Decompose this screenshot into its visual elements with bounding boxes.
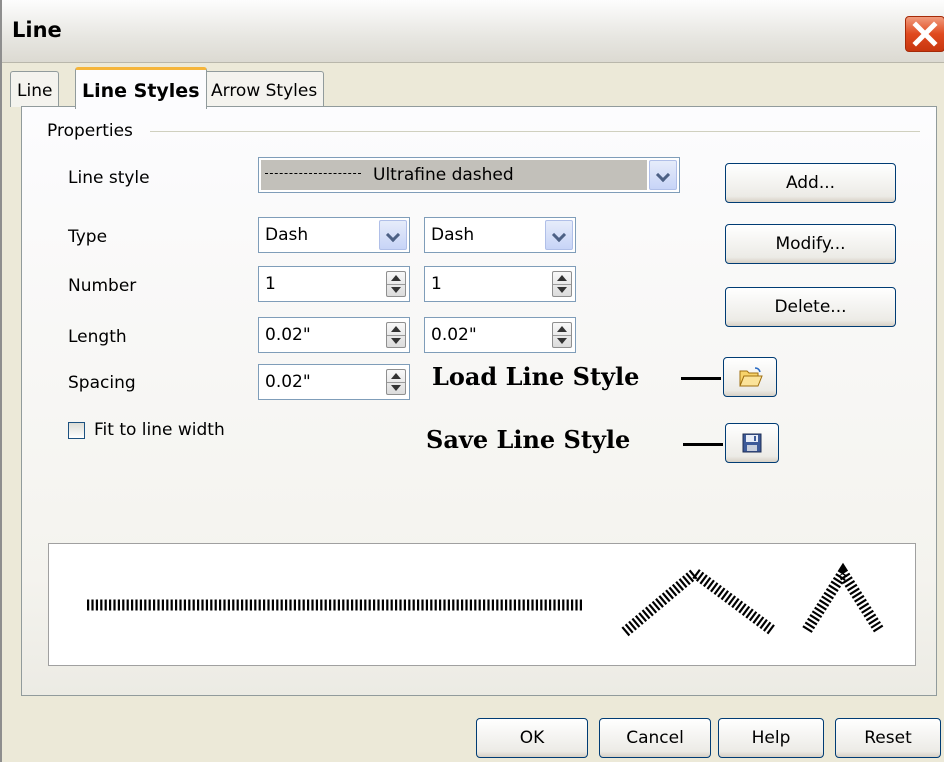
line-style-select[interactable]: Ultrafine dashed	[258, 157, 680, 193]
load-line-style-annotation: Load Line Style	[432, 362, 640, 391]
title-bar[interactable]: Line	[2, 0, 944, 63]
modify-button[interactable]: Modify...	[725, 224, 896, 264]
save-line-style-annotation: Save Line Style	[426, 425, 631, 454]
line-style-label: Line style	[68, 168, 150, 188]
line-style-value: Ultrafine dashed	[373, 165, 514, 185]
delete-button[interactable]: Delete...	[725, 287, 896, 327]
cancel-button[interactable]: Cancel	[599, 718, 711, 758]
number-spin-2[interactable]: 1	[424, 266, 576, 302]
group-divider	[150, 131, 920, 132]
type-select-2[interactable]: Dash	[424, 217, 576, 253]
type-value-2: Dash	[431, 225, 475, 245]
chevron-down-icon[interactable]	[545, 220, 573, 250]
number-spin-1[interactable]: 1	[258, 266, 410, 302]
line-dialog: Line Line Line Styles Arrow Styles Prope…	[0, 0, 944, 762]
chevron-down-icon[interactable]	[649, 160, 677, 190]
ok-button[interactable]: OK	[476, 718, 588, 758]
load-line-style-button[interactable]	[723, 357, 777, 397]
floppy-disk-icon	[742, 433, 762, 453]
window-title: Line	[12, 18, 62, 42]
chevron-down-icon[interactable]	[379, 220, 407, 250]
preview-graphic	[87, 562, 884, 637]
spacing-label: Spacing	[68, 373, 136, 393]
length-spin-2[interactable]: 0.02"	[424, 317, 576, 353]
reset-button[interactable]: Reset	[835, 718, 941, 758]
tab-arrow-styles[interactable]: Arrow Styles	[204, 71, 325, 107]
spacing-value: 0.02"	[265, 372, 311, 392]
folder-open-icon	[739, 367, 763, 387]
fit-to-line-width-label: Fit to line width	[94, 420, 225, 440]
type-value-1: Dash	[265, 225, 309, 245]
length-label: Length	[68, 327, 127, 347]
preview-wide-angle	[621, 565, 777, 637]
save-line-style-button[interactable]	[725, 423, 779, 463]
preview-narrow-angle	[802, 562, 884, 633]
number-label: Number	[68, 276, 137, 296]
line-preview	[48, 543, 916, 666]
close-button[interactable]	[905, 16, 944, 52]
number-value-2: 1	[431, 274, 442, 294]
length-spin-1[interactable]: 0.02"	[258, 317, 410, 353]
properties-group-label: Properties	[47, 121, 133, 141]
add-button[interactable]: Add...	[725, 163, 896, 203]
fit-to-line-width-checkbox[interactable]	[68, 422, 85, 439]
close-icon	[912, 21, 938, 47]
tab-line-styles[interactable]: Line Styles	[75, 67, 207, 109]
length-value-1: 0.02"	[265, 325, 311, 345]
tab-line[interactable]: Line	[10, 71, 60, 107]
load-annotation-line	[681, 377, 721, 380]
length-value-2: 0.02"	[431, 325, 477, 345]
type-select-1[interactable]: Dash	[258, 217, 410, 253]
help-button[interactable]: Help	[718, 718, 824, 758]
dash-sample	[265, 173, 361, 174]
type-label: Type	[68, 227, 108, 247]
save-annotation-line	[683, 443, 723, 446]
number-value-1: 1	[265, 274, 276, 294]
spacing-spin[interactable]: 0.02"	[258, 364, 410, 400]
